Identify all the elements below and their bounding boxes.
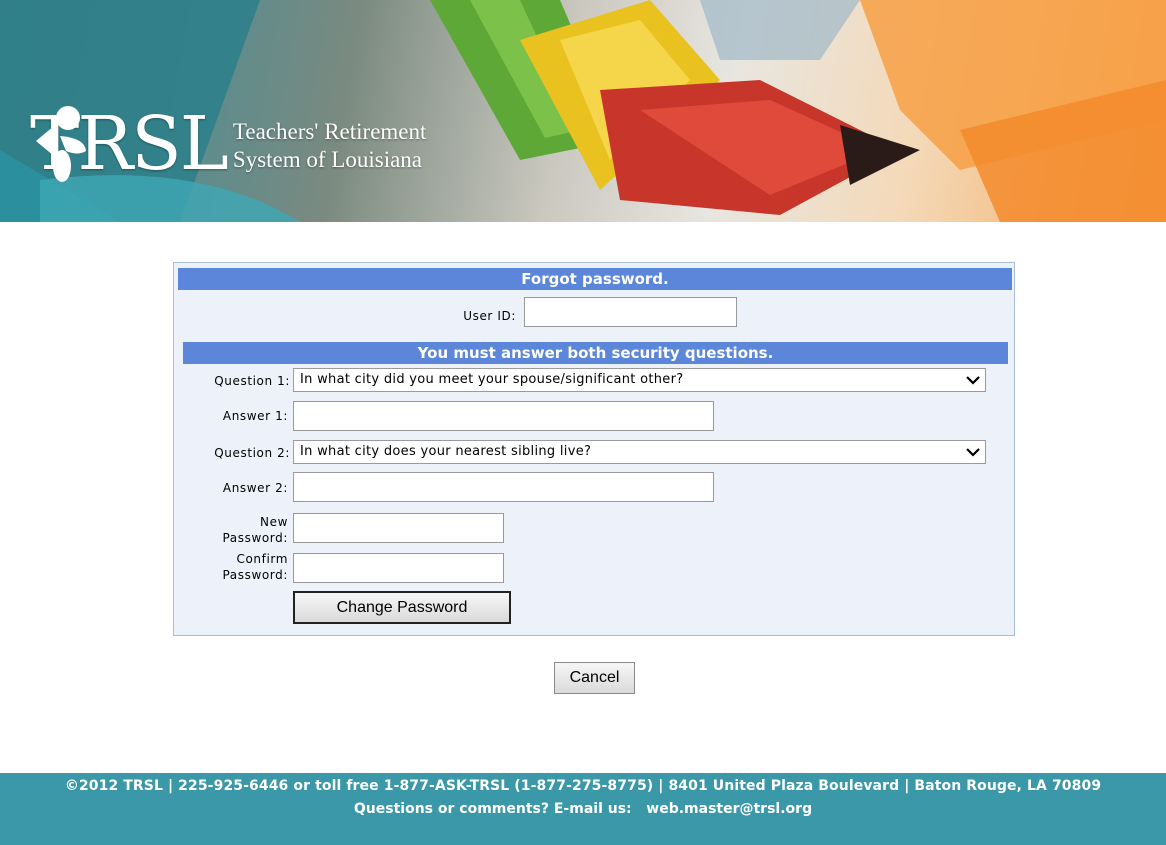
question2-label: Question 2:	[214, 446, 290, 460]
chevron-down-icon	[966, 448, 980, 457]
confirm-password-label-line1: Confirm	[236, 552, 288, 566]
user-id-label: User ID:	[463, 309, 516, 323]
trsl-logo-icon	[36, 106, 86, 182]
header-banner: TRSL Teachers' Retirement System of Loui…	[0, 0, 1166, 222]
confirm-password-input[interactable]	[293, 553, 504, 583]
cancel-button[interactable]: Cancel	[554, 662, 635, 694]
chevron-down-icon	[966, 376, 980, 385]
new-password-label-line2: Password:	[222, 531, 288, 545]
question1-select[interactable]: In what city did you meet your spouse/si…	[293, 368, 986, 392]
footer-email-link[interactable]: web.master@trsl.org	[646, 801, 812, 817]
new-password-label-line1: New	[260, 515, 288, 529]
logo-org-line2: System of Louisiana	[232, 147, 423, 172]
change-password-button[interactable]: Change Password	[293, 591, 511, 624]
footer-email-line: Questions or comments? E-mail us: web.ma…	[0, 801, 1166, 817]
footer: ©2012 TRSL | 225-925-6446 or toll free 1…	[0, 773, 1166, 845]
answer2-input[interactable]	[293, 472, 714, 502]
footer-email-prompt: Questions or comments? E-mail us:	[353, 801, 632, 817]
answer2-label: Answer 2:	[222, 481, 288, 495]
logo[interactable]: TRSL Teachers' Retirement System of Loui…	[30, 96, 426, 192]
question1-label: Question 1:	[214, 374, 290, 388]
question2-select[interactable]: In what city does your nearest sibling l…	[293, 440, 986, 464]
logo-org-line1: Teachers' Retirement	[232, 119, 427, 144]
security-questions-heading: You must answer both security questions.	[183, 342, 1008, 364]
answer1-label: Answer 1:	[222, 409, 288, 423]
logo-org-name: Teachers' Retirement System of Louisiana	[233, 118, 426, 174]
new-password-label: New Password:	[184, 514, 288, 546]
confirm-password-label: Confirm Password:	[184, 551, 288, 583]
question1-selected-value: In what city did you meet your spouse/si…	[300, 372, 684, 387]
forgot-password-form: Forgot password. User ID: You must answe…	[173, 262, 1015, 636]
user-id-input[interactable]	[524, 297, 737, 327]
footer-contact-info: ©2012 TRSL | 225-925-6446 or toll free 1…	[64, 778, 1102, 794]
form-title: Forgot password.	[178, 268, 1012, 290]
new-password-input[interactable]	[293, 513, 504, 543]
answer1-input[interactable]	[293, 401, 714, 431]
confirm-password-label-line2: Password:	[222, 568, 288, 582]
question2-selected-value: In what city does your nearest sibling l…	[300, 444, 592, 459]
page: TRSL Teachers' Retirement System of Loui…	[0, 0, 1166, 845]
